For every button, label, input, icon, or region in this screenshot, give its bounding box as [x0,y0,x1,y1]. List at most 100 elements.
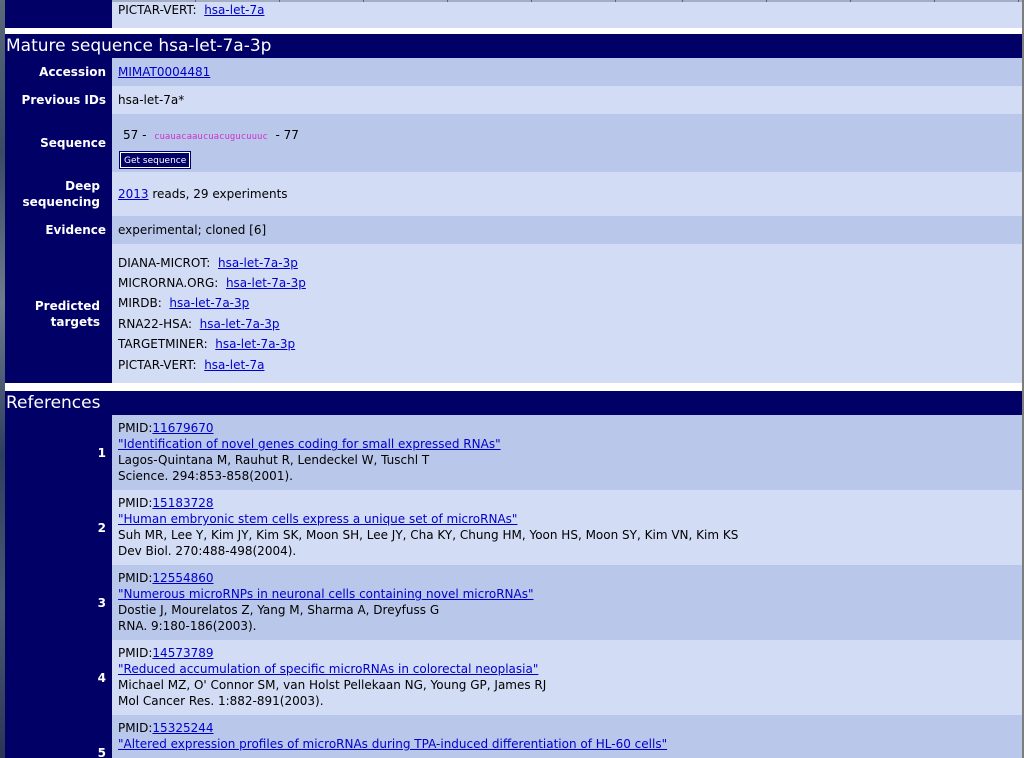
target-line: PICTAR-VERT: hsa-let-7a [118,3,264,17]
pmid-label: PMID: [118,646,153,660]
reference-number-cell: 5 [5,715,112,758]
reference-journal: Mol Cancer Res. 1:882-891(2003). [118,694,324,708]
page: PICTAR-VERT: hsa-let-7a Mature sequence … [5,0,1022,758]
reference-number: 5 [97,745,106,758]
target-db-name: DIANA-MICROT: [118,256,211,270]
reference-body: PMID:12554860 "Numerous microRNPs in neu… [112,565,1022,640]
row-label-text: Sequence [40,136,106,150]
target-link[interactable]: hsa-let-7a [204,358,264,372]
section-header-references: References [5,391,1022,415]
previous-id-value: hsa-let-7a* [118,93,185,107]
pmid-link[interactable]: 15183728 [152,496,213,510]
reference-number: 4 [97,670,106,685]
reference-journal: Science. 294:853-858(2001). [118,469,293,483]
row-label: Accession [5,58,112,86]
pmid-label: PMID: [118,571,153,585]
reference-journal: Dev Biol. 270:488-498(2004). [118,544,297,558]
target-db-name: MIRDB: [118,296,162,310]
pmid-line: PMID:12554860 [118,571,214,586]
sequence-line: 57 - cuauacaaucuacugucuuuc - 77 [123,128,299,144]
reference-item: 2 PMID:15183728 "Human embryonic stem ce… [5,490,1022,565]
row-label-text: Previous IDs [21,93,106,107]
target-line: MIRDB: hsa-let-7a-3p [118,296,249,310]
pmid-label: PMID: [118,721,153,735]
get-sequence-button[interactable]: Get sequence [118,151,192,169]
reference-number-cell: 4 [5,640,112,715]
target-db-name: TARGETMINER: [118,337,208,351]
pmid-line: PMID:11679670 [118,421,214,436]
pmid-label: PMID: [118,496,153,510]
reference-number: 1 [97,445,106,460]
label-cell [5,0,112,28]
spacer [5,383,1022,391]
reference-title-link[interactable]: "Altered expression profiles of microRNA… [118,737,667,752]
reference-body: PMID:15325244 "Altered expression profil… [112,715,1022,758]
target-db-name: PICTAR-VERT: [118,358,197,372]
reference-item: 3 PMID:12554860 "Numerous microRNPs in n… [5,565,1022,640]
row-sequence: Sequence 57 - cuauacaaucuacugucuuuc - 77… [5,114,1022,172]
sequence-text: cuauacaaucuacugucuuuc [154,132,268,142]
reference-body: PMID:15183728 "Human embryonic stem cell… [112,490,1022,565]
target-line: PICTAR-VERT: hsa-let-7a [118,358,264,372]
reference-authors: Lagos-Quintana M, Rauhut R, Lendeckel W,… [118,453,430,467]
target-link[interactable]: hsa-let-7a-3p [226,276,306,290]
row-value: MIMAT0004481 [112,58,1022,86]
target-link[interactable]: hsa-let-7a-3p [218,256,298,270]
sequence-start: 57 - [123,128,147,142]
reference-title-link[interactable]: "Identification of novel genes coding fo… [118,437,501,452]
target-link[interactable]: hsa-let-7a-3p [215,337,295,351]
pmid-link[interactable]: 14573789 [152,646,213,660]
reference-number-cell: 1 [5,415,112,490]
row-value: 57 - cuauacaaucuacugucuuuc - 77 Get sequ… [112,114,1022,172]
reads-link[interactable]: 2013 [118,187,149,201]
target-db-name: MICRORNA.ORG: [118,276,219,290]
pmid-line: PMID:15325244 [118,721,214,736]
sequence-end: - 77 [275,128,299,142]
row-deep-sequencing: Deep sequencing 2013 reads, 29 experiment… [5,172,1022,216]
previous-targets-continuation: PICTAR-VERT: hsa-let-7a [5,0,1022,28]
target-line: MICRORNA.ORG: hsa-let-7a-3p [118,276,306,290]
pmid-link[interactable]: 12554860 [152,571,213,585]
reference-authors: Dostie J, Mourelatos Z, Yang M, Sharma A… [118,603,440,617]
row-value: 2013 reads, 29 experiments [112,172,1022,216]
row-label-text: Evidence [45,223,106,237]
target-link[interactable]: hsa-let-7a [204,3,264,17]
reference-item: 1 PMID:11679670 "Identification of novel… [5,415,1022,490]
pmid-link[interactable]: 11679670 [152,421,213,435]
pmid-line: PMID:14573789 [118,646,214,661]
evidence-value: experimental; cloned [6] [118,223,267,237]
reference-title-link[interactable]: "Numerous microRNPs in neuronal cells co… [118,587,534,602]
row-evidence: Evidence experimental; cloned [6] [5,216,1022,244]
reference-item: 4 PMID:14573789 "Reduced accumulation of… [5,640,1022,715]
target-link[interactable]: hsa-let-7a-3p [169,296,249,310]
pmid-line: PMID:15183728 [118,496,214,511]
section-title: References [6,393,101,413]
section-title: Mature sequence hsa-let-7a-3p [6,36,272,56]
reference-title-link[interactable]: "Reduced accumulation of specific microR… [118,662,538,677]
reads-text: reads, 29 experiments [152,187,288,201]
reference-title-link[interactable]: "Human embryonic stem cells express a un… [118,512,517,527]
row-label: Previous IDs [5,86,112,114]
reference-number-cell: 3 [5,565,112,640]
target-line: TARGETMINER: hsa-let-7a-3p [118,337,295,351]
target-link[interactable]: hsa-let-7a-3p [200,317,280,331]
reference-authors: Michael MZ, O' Connor SM, van Holst Pell… [118,678,547,692]
reference-journal: RNA. 9:180-186(2003). [118,619,257,633]
row-accession: Accession MIMAT0004481 [5,58,1022,86]
row-label: Sequence [5,114,112,172]
target-db-name: PICTAR-VERT: [118,3,197,17]
row-label: Evidence [5,216,112,244]
reference-body: PMID:11679670 "Identification of novel g… [112,415,1022,490]
reference-number: 3 [97,595,106,610]
target-line: RNA22-HSA: hsa-let-7a-3p [118,317,280,331]
pmid-label: PMID: [118,421,153,435]
row-value: hsa-let-7a* [112,86,1022,114]
deep-seq-line: 2013 reads, 29 experiments [118,187,288,201]
reference-authors: Suh MR, Lee Y, Kim JY, Kim SK, Moon SH, … [118,528,739,542]
row-label: Deep sequencing [5,172,112,216]
accession-link[interactable]: MIMAT0004481 [118,65,210,79]
reference-body: PMID:14573789 "Reduced accumulation of s… [112,640,1022,715]
pmid-link[interactable]: 15325244 [152,721,213,735]
row-value: DIANA-MICROT: hsa-let-7a-3p MICRORNA.ORG… [112,244,1022,383]
reference-number-cell: 2 [5,490,112,565]
